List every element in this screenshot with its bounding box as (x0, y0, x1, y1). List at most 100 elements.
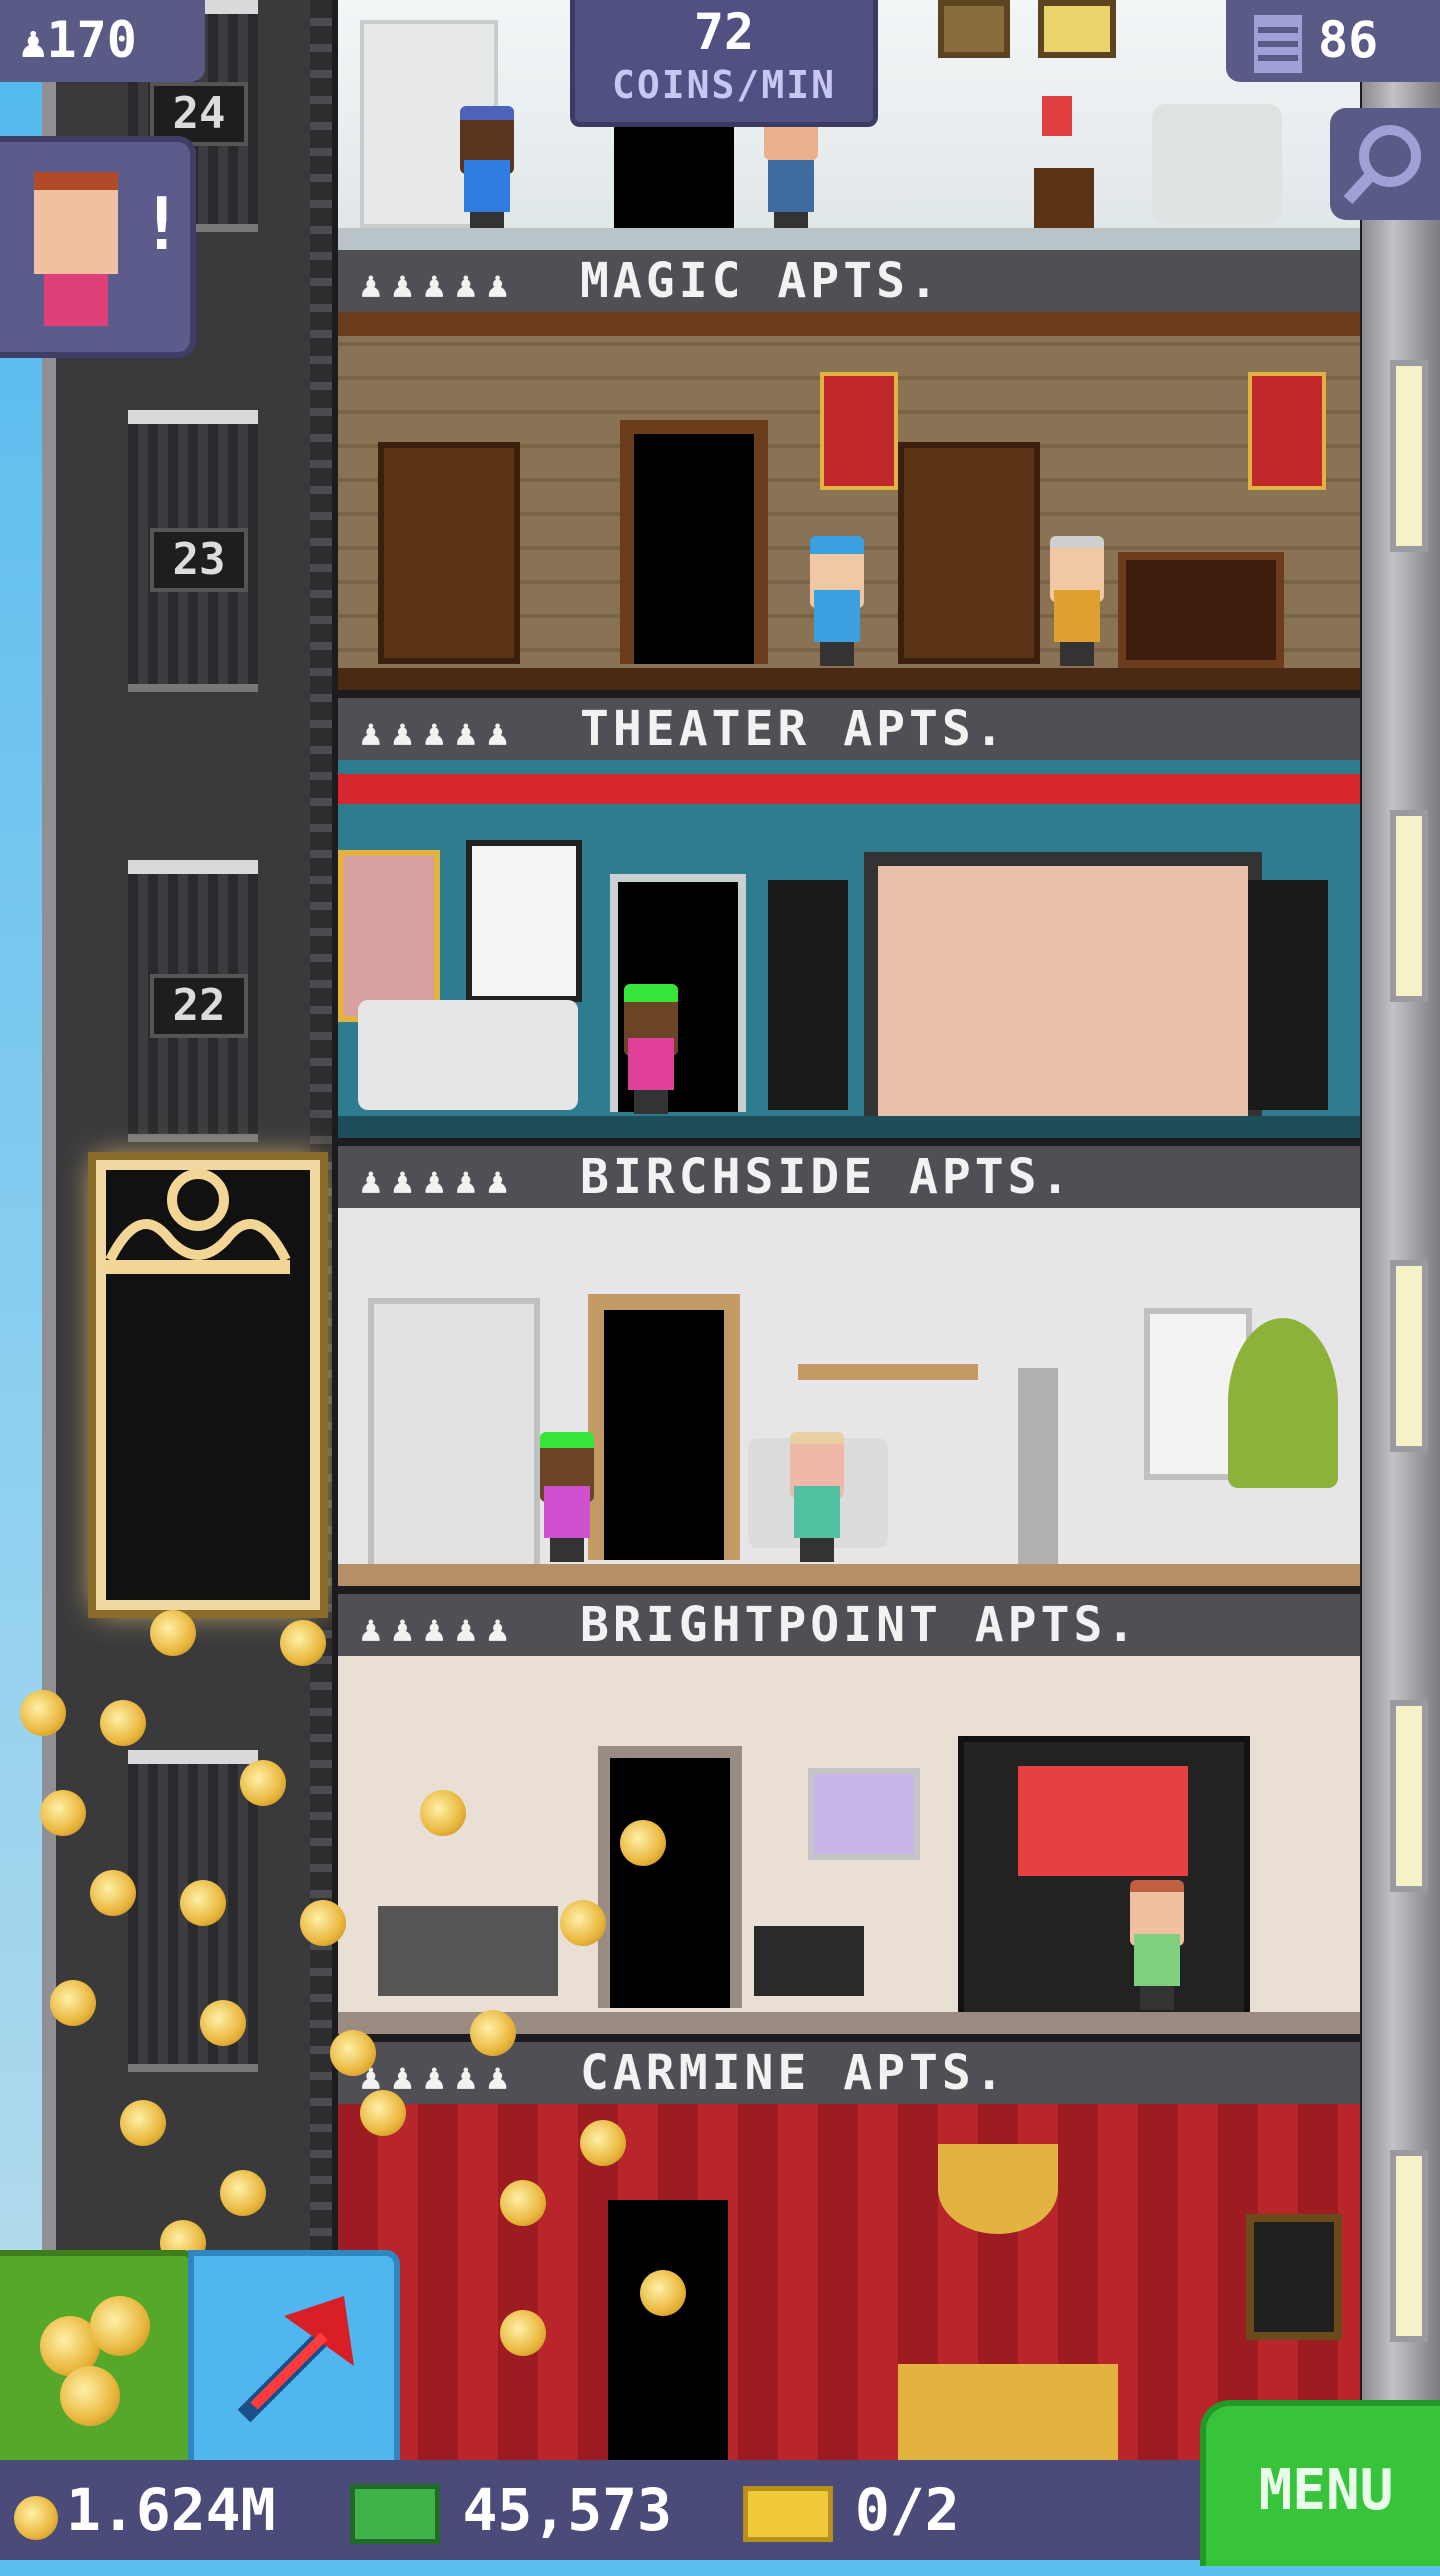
residents-icon: ♟♟♟♟♟ (360, 1161, 519, 1202)
banner (1248, 372, 1326, 490)
coin-icon (14, 2496, 58, 2540)
floorboard (338, 228, 1360, 250)
fireplace (1118, 552, 1284, 668)
wall-picture (808, 1768, 920, 1860)
coin-icon (50, 1980, 96, 2026)
resident-character[interactable] (534, 1432, 600, 1562)
coin-icon (20, 1690, 66, 1736)
elevator-floor-number: 23 (150, 528, 248, 592)
banner (820, 372, 898, 490)
coin-icon (180, 1880, 226, 1926)
resident-character[interactable] (784, 1432, 850, 1562)
coin-icon (360, 2090, 406, 2136)
window (1390, 2150, 1428, 2342)
floor-name-label: ♟♟♟♟♟ MAGIC APTS. (338, 250, 1360, 312)
tv-screen (864, 852, 1262, 1130)
floor-count-value: 86 (1318, 11, 1379, 69)
ticket-icon (742, 2485, 833, 2542)
floor-counter[interactable]: 86 (1226, 0, 1440, 82)
wall-picture (1246, 2214, 1342, 2340)
coin-icon (500, 2180, 546, 2226)
building-icon (1254, 14, 1302, 73)
person-icon: ♟ (20, 17, 47, 68)
resident-character[interactable] (1044, 536, 1110, 666)
floor-name-label: ♟♟♟♟♟ THEATER APTS. (338, 698, 1360, 760)
resident-character[interactable] (1124, 1880, 1190, 2010)
coin-icon (240, 1760, 286, 1806)
speaker (768, 880, 848, 1110)
table (378, 1906, 558, 1996)
armchair (1152, 104, 1282, 224)
coin-icon (420, 1790, 466, 1836)
room-interior (338, 760, 1360, 1138)
vip-visitor-card[interactable]: ! (0, 136, 196, 358)
floor-brightpoint-apts[interactable]: ♟♟♟♟♟ BRIGHTPOINT APTS. (338, 1594, 1360, 2034)
painting (1038, 0, 1116, 58)
coin-icon (330, 2030, 376, 2076)
coin-icon (90, 2296, 150, 2356)
bookshelf (898, 442, 1040, 664)
resident-character[interactable] (804, 536, 870, 666)
coin-icon (580, 2120, 626, 2166)
poster (338, 850, 440, 1022)
arrow-up-icon (237, 2296, 354, 2423)
floor-lamp (1018, 1368, 1058, 1568)
room-door (608, 2200, 728, 2460)
side-table (1034, 168, 1094, 230)
coin-icon (200, 2000, 246, 2046)
floor-name: MAGIC APTS. (580, 253, 942, 309)
cabinet (368, 1298, 540, 1570)
window (1390, 1260, 1428, 1452)
coin-icon (470, 2010, 516, 2056)
residents-icon: ♟♟♟♟♟ (360, 713, 519, 754)
residents-icon: ♟♟♟♟♟ (360, 1609, 519, 1650)
sofa (358, 1000, 578, 1110)
coins-per-min-display: 72 COINS/MIN (570, 0, 878, 127)
ceiling-beam (338, 312, 1360, 336)
floor-birchside-apts[interactable]: ♟♟♟♟♟ BIRCHSIDE APTS. (338, 1146, 1360, 1586)
zoom-button[interactable] (1330, 108, 1440, 220)
vip-avatar-body (44, 274, 108, 326)
room-door (588, 1294, 740, 1560)
room-door (598, 1746, 742, 2008)
coins-per-min-value: 72 (693, 3, 755, 61)
tv-screen (1018, 1766, 1188, 1876)
room-door (620, 420, 768, 664)
coins-per-min-label: COINS/MIN (612, 63, 836, 107)
floor-theater-apts[interactable]: ♟♟♟♟♟ THEATER APTS. (338, 698, 1360, 1138)
coins-button[interactable] (0, 2250, 194, 2472)
coin-icon (60, 2366, 120, 2426)
poster (466, 840, 582, 1002)
room-interior (338, 1208, 1360, 1586)
vip-avatar (34, 172, 118, 274)
population-value: 170 (46, 11, 137, 69)
coin-icon (90, 1870, 136, 1916)
window (1390, 1700, 1428, 1892)
floor-name-label: ♟♟♟♟♟ BIRCHSIDE APTS. (338, 1146, 1360, 1208)
resident-character[interactable] (618, 984, 684, 1114)
ceiling-stripe (338, 774, 1360, 804)
coin-icon (500, 2310, 546, 2356)
coin-icon (300, 1900, 346, 1946)
floor-carmine-apts[interactable]: ♟♟♟♟♟ CARMINE APTS. (338, 2042, 1360, 2460)
floor-name: BRIGHTPOINT APTS. (580, 1597, 1140, 1653)
floor-name: BIRCHSIDE APTS. (580, 1149, 1074, 1205)
coin-icon (620, 1820, 666, 1866)
coin-icon (560, 1900, 606, 1946)
coin-icon (120, 2100, 166, 2146)
build-floor-button[interactable] (188, 2250, 400, 2472)
bux-value: 45,573 (462, 2476, 672, 2544)
chandelier (938, 2144, 1058, 2234)
elevator-floor-number: 22 (150, 974, 248, 1038)
floor-magic-apts[interactable]: ♟♟♟♟♟ MAGIC APTS. (338, 250, 1360, 690)
population-counter[interactable]: ♟170 (0, 0, 205, 82)
menu-button[interactable]: MENU (1200, 2400, 1440, 2566)
room-interior (338, 1656, 1360, 2034)
resident-character[interactable] (454, 106, 520, 236)
coin-icon (100, 1700, 146, 1746)
coin-icon (150, 1610, 196, 1656)
wall-shelf (798, 1364, 978, 1380)
bed (898, 2364, 1118, 2460)
speaker (1248, 880, 1328, 1110)
coin-icon (640, 2270, 686, 2316)
